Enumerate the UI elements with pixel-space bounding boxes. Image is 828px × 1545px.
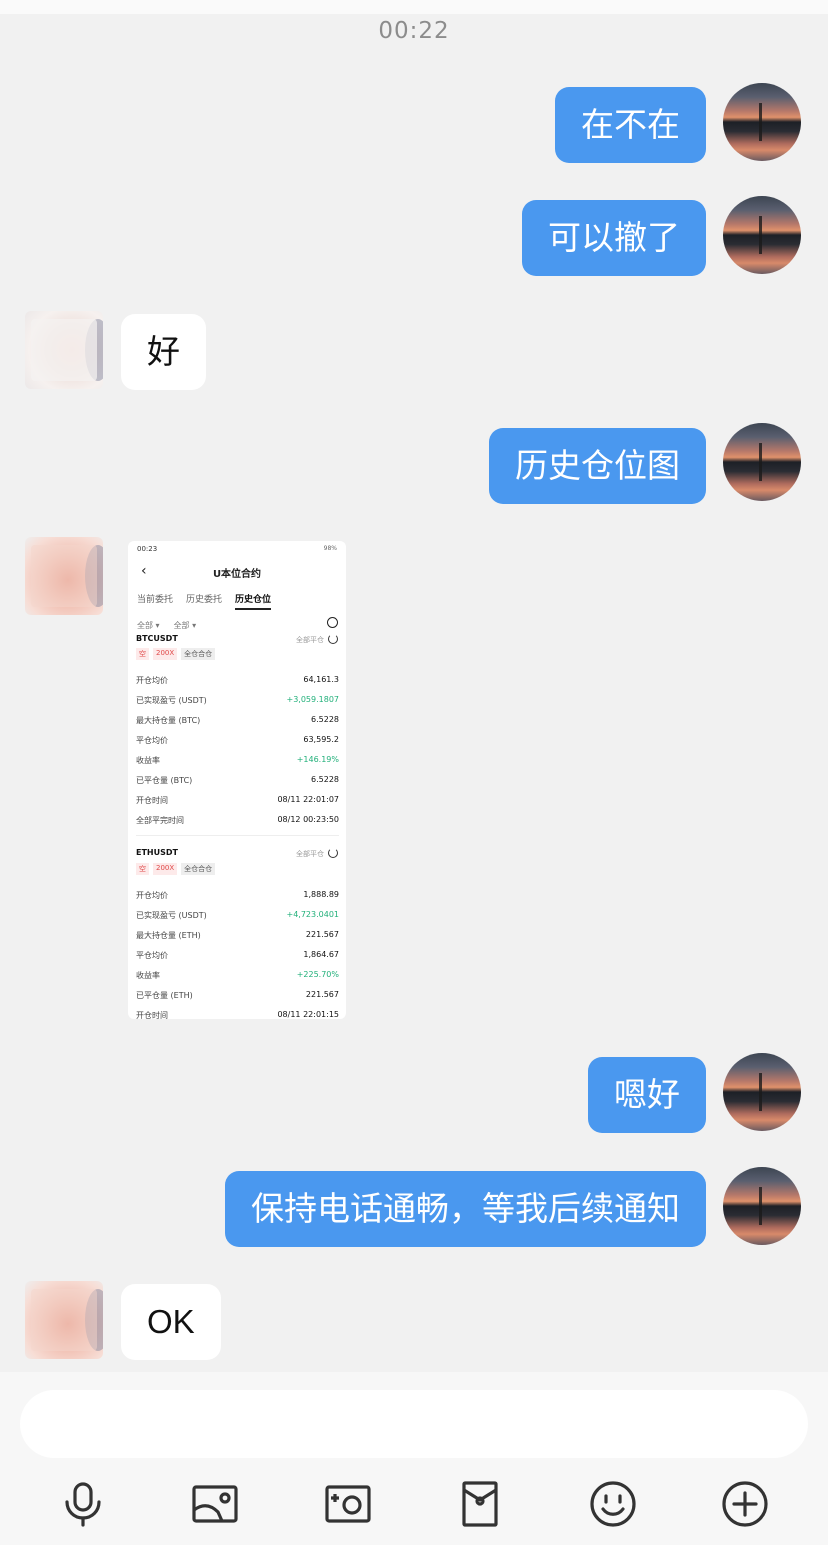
my-avatar[interactable]	[723, 1053, 801, 1131]
row-value: 64,161.3	[303, 675, 339, 684]
screenshot-tag: 200X	[153, 863, 178, 875]
screenshot-row: 最大持仓量 (BTC) 6.5228	[136, 715, 339, 729]
screenshot-filters: 全部 ▾ 全部 ▾	[137, 620, 196, 631]
screenshot-tags: 空 200X 全仓合仓	[136, 863, 216, 875]
row-label: 收益率	[136, 971, 160, 980]
screenshot-refresh-icon	[328, 634, 338, 644]
screenshot-tags: 空 200X 全仓合仓	[136, 648, 216, 660]
screenshot-filter: 全部 ▾	[173, 621, 197, 630]
contact-avatar[interactable]	[25, 311, 103, 389]
screenshot-tabs: 当前委托 历史委托 历史仓位	[137, 592, 272, 610]
screenshot-row: 已实现盈亏 (USDT) +3,059.1807	[136, 695, 339, 709]
screenshot-row: 开仓均价 64,161.3	[136, 675, 339, 689]
camera-icon[interactable]	[324, 1480, 372, 1528]
row-label: 平仓均价	[136, 736, 168, 745]
message-input[interactable]	[20, 1390, 808, 1458]
row-value: 221.567	[305, 990, 339, 999]
message-bubble-received[interactable]: OK	[121, 1284, 221, 1360]
screenshot-battery: 98%	[323, 545, 337, 552]
image-icon[interactable]	[191, 1480, 239, 1528]
message-bubble-sent[interactable]: 嗯好	[588, 1057, 706, 1133]
screenshot-row: 平仓均价 63,595.2	[136, 735, 339, 749]
contact-avatar[interactable]	[25, 1281, 103, 1359]
row-label: 已平仓量 (ETH)	[136, 991, 193, 1000]
screenshot-row: 已平仓量 (BTC) 6.5228	[136, 775, 339, 789]
screenshot-row: 收益率 +146.19%	[136, 755, 339, 769]
screenshot-symbol: BTCUSDT	[136, 634, 178, 643]
row-label: 已平仓量 (BTC)	[136, 776, 193, 785]
row-value: 08/11 22:01:07	[277, 795, 339, 804]
screenshot-tag: 全仓合仓	[181, 648, 216, 660]
row-label: 开仓均价	[136, 676, 168, 685]
row-label: 收益率	[136, 756, 160, 765]
message-bubble-sent[interactable]: 保持电话通畅，等我后续通知	[225, 1171, 706, 1247]
row-label: 已实现盈亏 (USDT)	[136, 696, 207, 705]
message-timestamp: 00:22	[378, 18, 450, 44]
screenshot-tab-active: 历史仓位	[235, 592, 272, 610]
screenshot-status-time: 00:23	[137, 545, 158, 553]
screenshot-row: 全部平完时间 08/12 00:23:50	[136, 815, 339, 829]
screenshot-tag: 200X	[153, 648, 178, 660]
row-label: 已实现盈亏 (USDT)	[136, 911, 207, 920]
row-value: 6.5228	[311, 775, 339, 784]
my-avatar[interactable]	[723, 196, 801, 274]
row-label: 全部平完时间	[136, 816, 184, 825]
screenshot-position-status: 全部平仓	[296, 636, 324, 644]
screenshot-row: 最大持仓量 (ETH) 221.567	[136, 930, 339, 944]
screenshot-divider	[136, 835, 339, 836]
screenshot-tab: 历史委托	[186, 595, 223, 605]
row-label: 开仓均价	[136, 891, 168, 900]
screenshot-row: 开仓均价 1,888.89	[136, 890, 339, 904]
red-packet-icon[interactable]	[456, 1480, 504, 1528]
row-label: 开仓时间	[136, 1011, 168, 1019]
screenshot-row: 已实现盈亏 (USDT) +4,723.0401	[136, 910, 339, 924]
row-value: +3,059.1807	[286, 695, 339, 704]
row-value: 1,888.89	[303, 890, 339, 899]
screenshot-row: 收益率 +225.70%	[136, 970, 339, 984]
row-value: +225.70%	[296, 970, 339, 979]
image-message-screenshot[interactable]: 00:23 98% ‹ U本位合约 当前委托 历史委托 历史仓位 全部 ▾ 全部…	[128, 541, 346, 1019]
screenshot-tag: 全仓合仓	[181, 863, 216, 875]
screenshot-tag: 空	[136, 863, 149, 875]
row-label: 平仓均价	[136, 951, 168, 960]
message-bubble-sent[interactable]: 在不在	[555, 87, 706, 163]
screenshot-row: 已平仓量 (ETH) 221.567	[136, 990, 339, 1004]
screenshot-tag: 空	[136, 648, 149, 660]
row-value: 08/11 22:01:15	[277, 1010, 339, 1019]
my-avatar[interactable]	[723, 423, 801, 501]
row-label: 最大持仓量 (BTC)	[136, 716, 201, 725]
row-label: 最大持仓量 (ETH)	[136, 931, 201, 940]
contact-avatar[interactable]	[25, 537, 103, 615]
my-avatar[interactable]	[723, 83, 801, 161]
screenshot-refresh-icon	[328, 848, 338, 858]
screenshot-tab: 当前委托	[137, 595, 174, 605]
microphone-icon[interactable]	[59, 1480, 107, 1528]
screenshot-symbol: ETHUSDT	[136, 848, 178, 857]
plus-icon[interactable]	[721, 1480, 769, 1528]
row-value: 1,864.67	[303, 950, 339, 959]
message-bubble-sent[interactable]: 历史仓位图	[489, 428, 706, 504]
screenshot-title: U本位合约	[212, 569, 262, 580]
screenshot-filter: 全部 ▾	[137, 621, 160, 630]
row-value: 08/12 00:23:50	[277, 815, 339, 824]
row-value: 63,595.2	[303, 735, 339, 744]
message-bubble-received[interactable]: 好	[121, 314, 206, 390]
my-avatar[interactable]	[723, 1167, 801, 1245]
row-value: +146.19%	[296, 755, 339, 764]
screenshot-row: 开仓时间 08/11 22:01:07	[136, 795, 339, 809]
screenshot-clock-icon	[327, 617, 338, 628]
status-strip	[0, 0, 828, 14]
emoji-icon[interactable]	[589, 1480, 637, 1528]
message-bubble-sent[interactable]: 可以撤了	[522, 200, 706, 276]
screenshot-row: 开仓时间 08/11 22:01:15	[136, 1010, 339, 1019]
screenshot-row: 平仓均价 1,864.67	[136, 950, 339, 964]
screenshot-position-status: 全部平仓	[296, 850, 324, 858]
row-value: 221.567	[305, 930, 339, 939]
row-value: 6.5228	[311, 715, 339, 724]
row-label: 开仓时间	[136, 796, 168, 805]
row-value: +4,723.0401	[286, 910, 339, 919]
